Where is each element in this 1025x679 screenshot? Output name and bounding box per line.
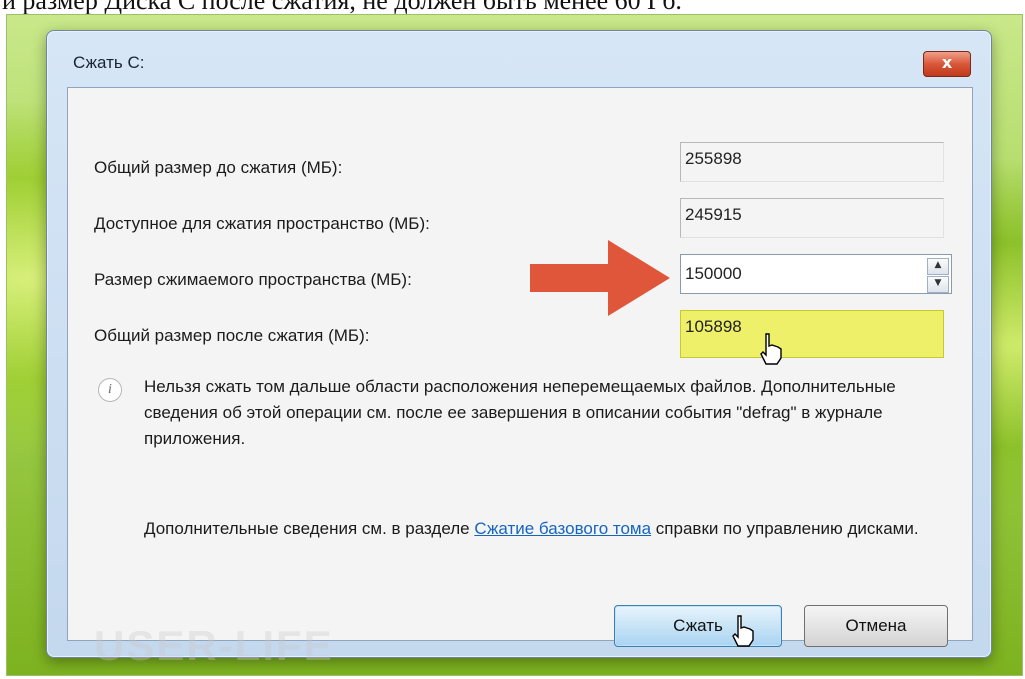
info-icon: i bbox=[98, 378, 122, 402]
spin-down-button[interactable]: ▼ bbox=[927, 276, 949, 293]
help-prefix: Дополнительные сведения см. в разделе bbox=[144, 519, 475, 538]
shrink-amount-label: Размер сжимаемого пространства (МБ): bbox=[94, 270, 412, 289]
hand-cursor-icon bbox=[760, 333, 782, 365]
available-space-label: Доступное для сжатия пространство (МБ): bbox=[94, 214, 430, 233]
dialog-body: Общий размер до сжатия (МБ): 255898 Дост… bbox=[67, 87, 973, 669]
hand-cursor-icon bbox=[732, 615, 754, 647]
total-size-before-field: 255898 bbox=[680, 142, 944, 182]
shrink-amount-spinner[interactable]: ▲ ▼ bbox=[927, 258, 949, 293]
shrink-amount-input[interactable]: 150000 ▲ ▼ bbox=[680, 254, 952, 294]
watermark: USER-LIFE bbox=[94, 622, 334, 669]
shrink-amount-value: 150000 bbox=[685, 264, 742, 283]
total-size-after-field: 105898 bbox=[680, 310, 944, 358]
window-title: Сжать C: bbox=[73, 53, 145, 72]
cancel-button[interactable]: Отмена bbox=[804, 605, 948, 647]
available-space-field: 245915 bbox=[680, 198, 944, 238]
info-message: Нельзя сжать том дальше области располож… bbox=[144, 377, 896, 448]
shrink-dialog: Сжать C: x Общий размер до сжатия (МБ): … bbox=[46, 30, 992, 669]
help-suffix: справки по управлению дисками. bbox=[651, 519, 919, 538]
total-size-after-label: Общий размер после сжатия (МБ): bbox=[94, 326, 370, 345]
spin-up-button[interactable]: ▲ bbox=[927, 258, 949, 275]
help-link[interactable]: Сжатие базового тома bbox=[474, 519, 651, 538]
red-arrow-icon bbox=[530, 240, 670, 316]
close-button[interactable]: x bbox=[923, 51, 971, 77]
shrink-button[interactable]: Сжать bbox=[614, 605, 782, 647]
help-message: Дополнительные сведения см. в разделе Сж… bbox=[144, 516, 944, 542]
total-size-before-label: Общий размер до сжатия (МБ): bbox=[94, 158, 343, 177]
title-bar[interactable]: Сжать C: x bbox=[47, 31, 991, 83]
